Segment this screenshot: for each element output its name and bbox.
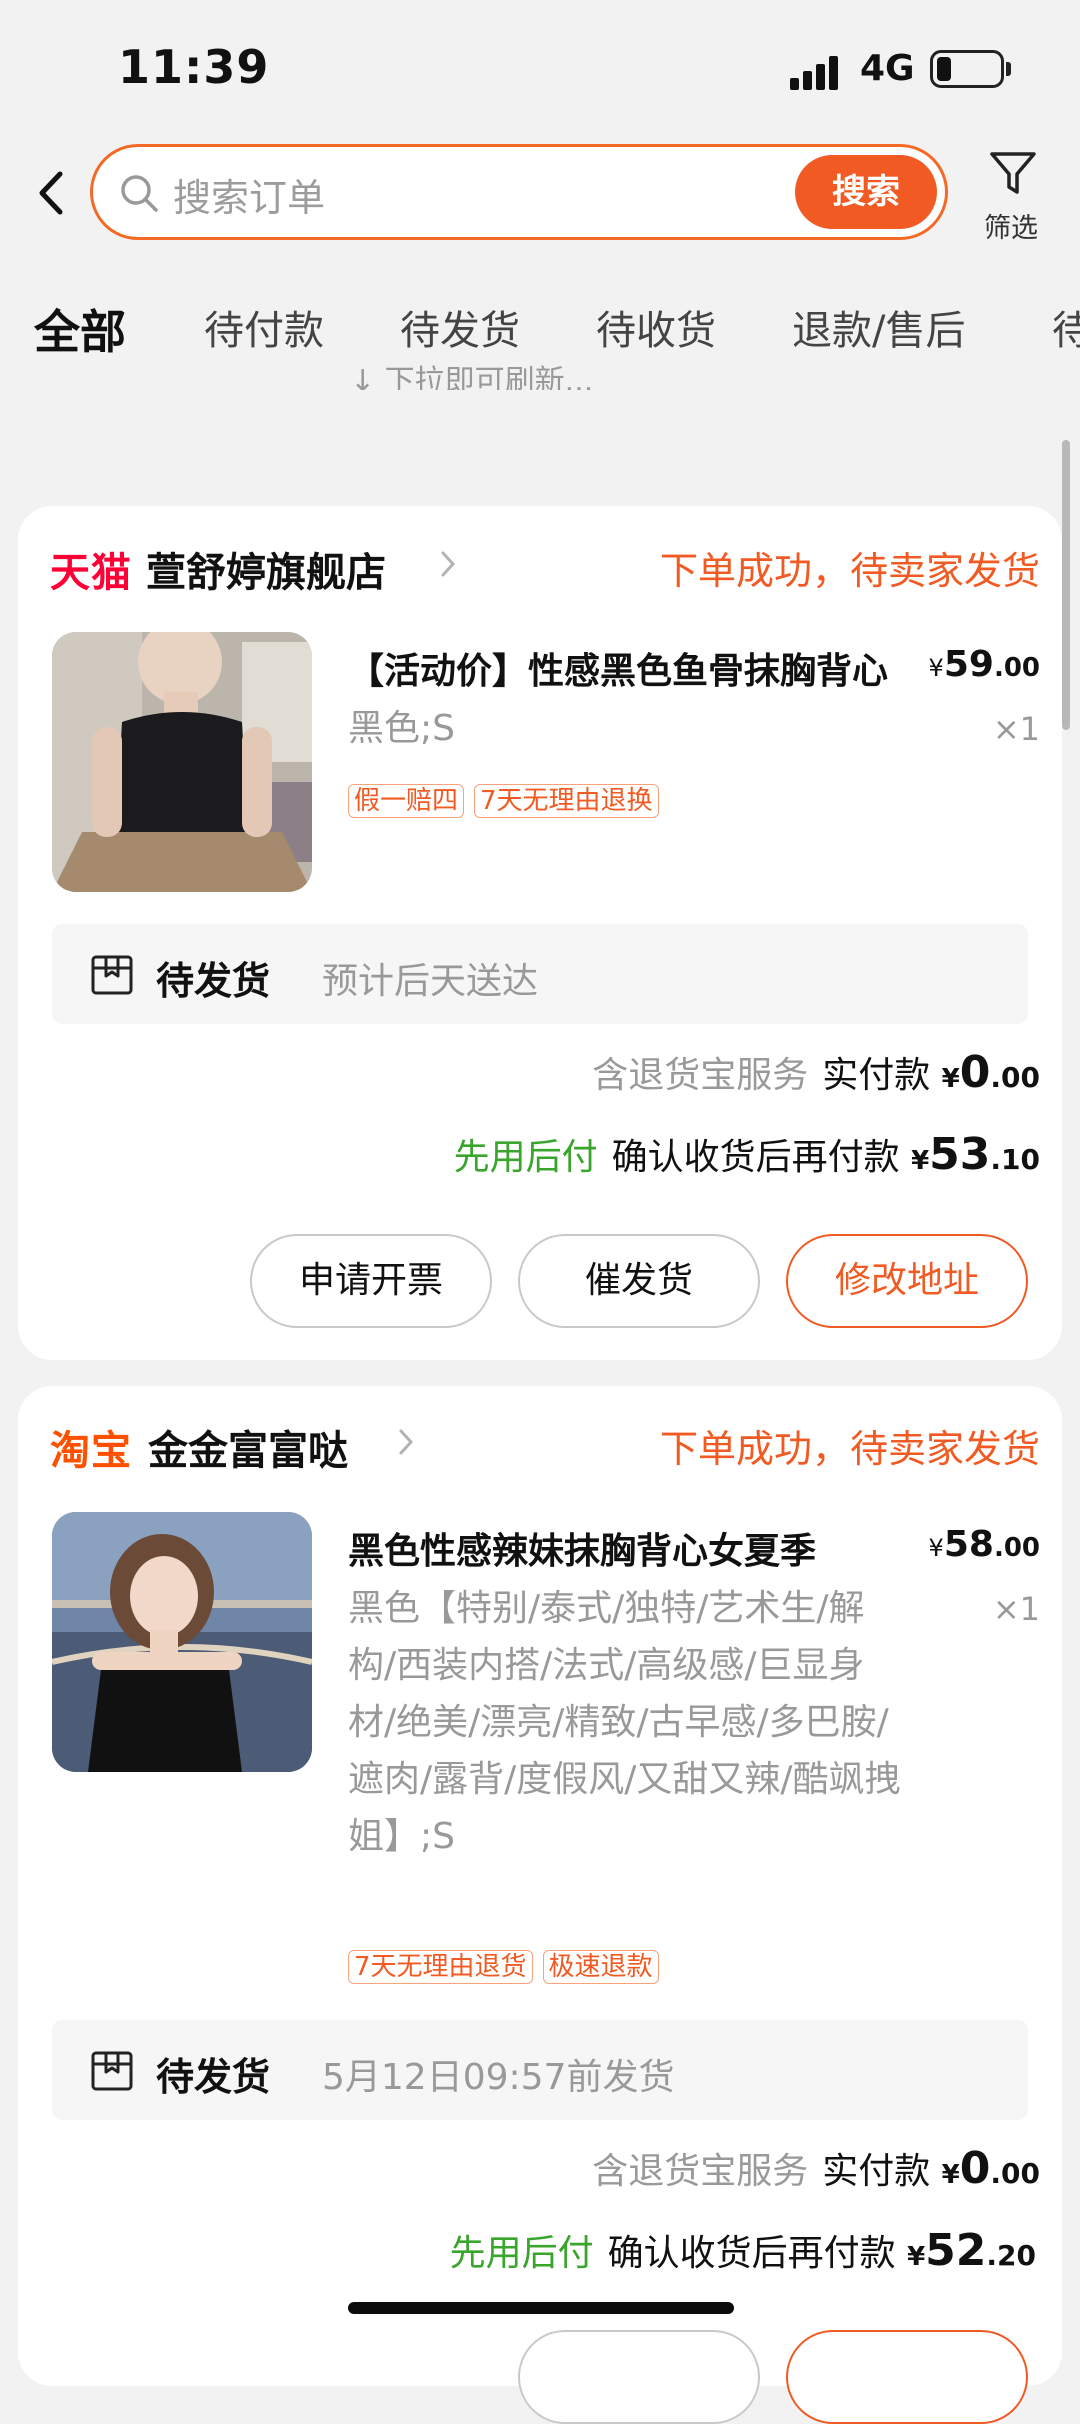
order-card[interactable]: 天猫 萱舒婷旗舰店 下单成功，待卖家发货 【活动价】性感黑色鱼骨抹胸背心 ¥59… bbox=[18, 506, 1062, 1360]
paid-label: 实付款 bbox=[822, 1055, 931, 1096]
order-action-button[interactable] bbox=[518, 2330, 760, 2424]
product-image[interactable] bbox=[52, 1512, 312, 1772]
product-image[interactable] bbox=[52, 632, 312, 892]
product-price: ¥59.00 bbox=[929, 644, 1040, 685]
pay-later-symbol: ¥ bbox=[911, 1146, 930, 1176]
product-sku: 黑色【特别/泰式/独特/艺术生/解构/西装内搭/法式/高级感/巨显身材/绝美/漂… bbox=[348, 1588, 901, 1857]
pay-later-integer: 52 bbox=[925, 2225, 987, 2276]
shop-name[interactable]: 金金富富哒 bbox=[148, 1418, 348, 1476]
filter-label[interactable]: 筛选 bbox=[984, 206, 1038, 245]
signal-icon bbox=[790, 56, 838, 90]
tag-7day-return: 7天无理由退换 bbox=[474, 784, 659, 818]
taobao-logo: 淘宝 bbox=[50, 1428, 132, 1474]
service-label: 含退货宝服务 bbox=[592, 1055, 809, 1096]
shipping-info[interactable]: 待发货 预计后天送达 bbox=[52, 924, 1028, 1024]
search-button[interactable]: 搜索 bbox=[795, 155, 937, 229]
chevron-right-icon bbox=[399, 1429, 414, 1455]
pay-later-text: 确认收货后再付款 bbox=[607, 2233, 896, 2274]
paid-symbol: ¥ bbox=[941, 1064, 960, 1094]
change-address-button[interactable]: 修改地址 bbox=[786, 1234, 1028, 1328]
tag-fast-refund: 极速退款 bbox=[542, 1950, 659, 1984]
order-status: 下单成功，待卖家发货 bbox=[659, 1427, 1040, 1471]
shipping-info[interactable]: 待发货 5月12日09:57前发货 bbox=[52, 2020, 1028, 2120]
tab-all[interactable]: 全部 bbox=[34, 296, 126, 362]
product-title[interactable]: 黑色性感辣妹抹胸背心女夏季 bbox=[348, 1522, 898, 1574]
paid-amount-line: 含退货宝服务 实付款 ¥0.00 bbox=[592, 2142, 1040, 2194]
refresh-hint: ↓ 下拉即可刷新... bbox=[350, 364, 594, 390]
paid-symbol: ¥ bbox=[941, 2160, 960, 2190]
battery-icon bbox=[930, 50, 1004, 88]
back-icon[interactable] bbox=[36, 168, 66, 218]
tab-more[interactable]: 待 bbox=[1052, 298, 1080, 356]
paid-label: 实付款 bbox=[822, 2151, 931, 2192]
home-indicator[interactable] bbox=[348, 2302, 734, 2314]
paid-decimal: .00 bbox=[990, 1061, 1040, 1094]
search-input[interactable]: 搜索订单 bbox=[173, 167, 325, 222]
status-time: 11:39 bbox=[118, 40, 270, 94]
invoice-button[interactable]: 申请开票 bbox=[250, 1234, 492, 1328]
tab-pending-shipment[interactable]: 待发货 bbox=[400, 298, 520, 356]
price-symbol: ¥ bbox=[928, 1534, 944, 1562]
price-decimal: .00 bbox=[993, 653, 1040, 683]
pay-later-decimal: .20 bbox=[986, 2239, 1036, 2272]
price-integer: 59 bbox=[943, 644, 994, 685]
urge-shipment-button[interactable]: 催发货 bbox=[518, 1234, 760, 1328]
shipping-deadline: 5月12日09:57前发货 bbox=[322, 2057, 675, 2098]
battery-nub bbox=[1006, 62, 1011, 76]
product-quantity: ×1 bbox=[992, 1590, 1040, 1628]
pay-later-label: 先用后付 bbox=[449, 2233, 594, 2274]
pay-later-symbol: ¥ bbox=[907, 2242, 926, 2272]
shipping-state: 待发货 bbox=[156, 2055, 271, 2099]
service-label: 含退货宝服务 bbox=[592, 2151, 809, 2192]
product-tags: 假一赔四 7天无理由退换 bbox=[348, 784, 659, 818]
product-price: ¥58.00 bbox=[929, 1524, 1040, 1565]
tab-refund[interactable]: 退款/售后 bbox=[792, 298, 965, 356]
network-type: 4G bbox=[860, 48, 915, 89]
pay-later-integer: 53 bbox=[929, 1129, 991, 1180]
paid-integer: 0 bbox=[959, 2143, 991, 2194]
search-icon bbox=[121, 175, 158, 212]
product-quantity: ×1 bbox=[992, 710, 1040, 748]
price-symbol: ¥ bbox=[928, 654, 944, 682]
paid-decimal: .00 bbox=[990, 2157, 1040, 2190]
tag-7day-return: 7天无理由退货 bbox=[348, 1950, 533, 1984]
search-bar[interactable]: 搜索订单 搜索 bbox=[90, 144, 948, 240]
order-status: 下单成功，待卖家发货 bbox=[659, 549, 1040, 593]
tag-counterfeit-guarantee: 假一赔四 bbox=[348, 784, 465, 818]
pay-later-text: 确认收货后再付款 bbox=[611, 1137, 900, 1178]
paid-integer: 0 bbox=[959, 1047, 991, 1098]
tab-pending-payment[interactable]: 待付款 bbox=[204, 298, 324, 356]
scrollbar[interactable] bbox=[1062, 440, 1070, 730]
tab-pending-receipt[interactable]: 待收货 bbox=[596, 298, 716, 356]
package-icon bbox=[91, 2051, 133, 2091]
filter-icon[interactable] bbox=[988, 150, 1038, 198]
pay-later-line: 先用后付 确认收货后再付款 ¥53.10 bbox=[454, 1128, 1040, 1180]
price-decimal: .00 bbox=[993, 1533, 1040, 1563]
shipping-eta: 预计后天送达 bbox=[322, 961, 539, 1002]
pay-later-line: 先用后付 确认收货后再付款 ¥52.20 bbox=[450, 2224, 1036, 2276]
pay-later-label: 先用后付 bbox=[453, 1137, 598, 1178]
shipping-state: 待发货 bbox=[156, 959, 271, 1003]
paid-amount-line: 含退货宝服务 实付款 ¥0.00 bbox=[592, 1046, 1040, 1098]
package-icon bbox=[91, 955, 133, 995]
pay-later-decimal: .10 bbox=[990, 1143, 1040, 1176]
price-integer: 58 bbox=[943, 1524, 994, 1565]
order-card[interactable]: 淘宝 金金富富哒 下单成功，待卖家发货 黑色性感辣妹抹胸背心女夏季 ¥58.00… bbox=[18, 1386, 1062, 2424]
product-title[interactable]: 【活动价】性感黑色鱼骨抹胸背心 bbox=[348, 642, 898, 694]
shop-name[interactable]: 萱舒婷旗舰店 bbox=[146, 540, 386, 598]
product-tags: 7天无理由退货 极速退款 bbox=[348, 1950, 659, 1984]
chevron-right-icon bbox=[441, 551, 456, 577]
product-sku: 黑色;S bbox=[348, 708, 455, 749]
order-action-button-primary[interactable] bbox=[786, 2330, 1028, 2424]
tmall-logo: 天猫 bbox=[50, 550, 132, 596]
